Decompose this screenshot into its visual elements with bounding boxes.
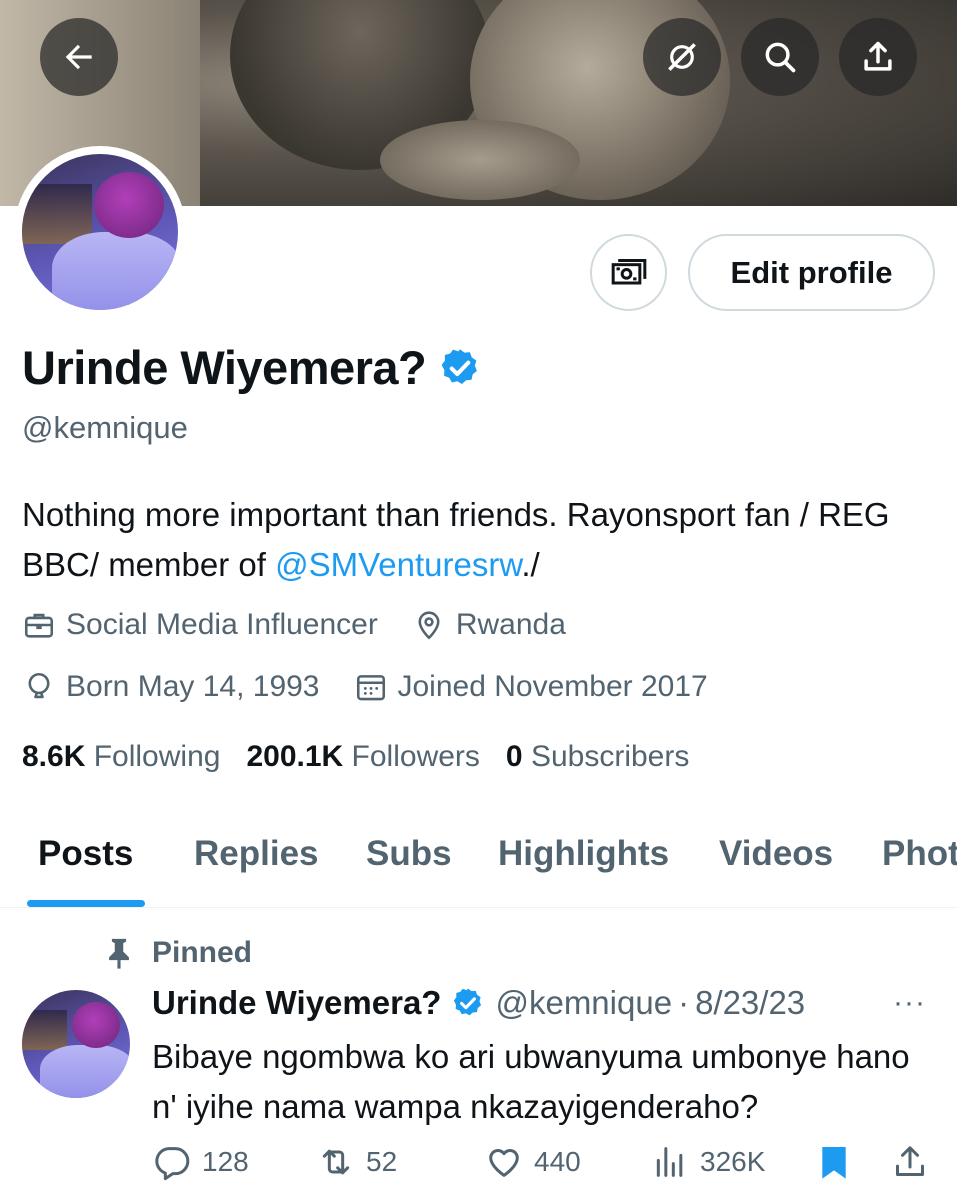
tab-subs[interactable]: Subs (366, 834, 452, 874)
analytics-icon (656, 1147, 683, 1177)
share-button[interactable] (839, 18, 917, 96)
edit-profile-button[interactable]: Edit profile (688, 234, 935, 311)
arrow-left-icon (65, 44, 92, 70)
profile-meta-row-1: Social Media Influencer Rwanda (22, 608, 600, 642)
following-count: 8.6K (22, 740, 86, 773)
followers-stat[interactable]: 200.1K Followers (246, 740, 479, 774)
avatar[interactable] (22, 154, 178, 310)
joined-label: Joined November 2017 (397, 670, 708, 703)
like-button[interactable]: 440 (484, 1142, 581, 1182)
bookmark-button[interactable] (814, 1142, 864, 1182)
post-separator: · (678, 984, 690, 1021)
post-author-name[interactable]: Urinde Wiyemera? (152, 984, 441, 1022)
like-count: 440 (534, 1146, 581, 1177)
repost-icon (322, 1149, 350, 1175)
heart-icon (489, 1149, 519, 1177)
search-button[interactable] (741, 18, 819, 96)
post-text: Bibaye ngombwa ko ari ubwanyuma umbonye … (152, 1038, 910, 1125)
location-item: Rwanda (412, 608, 566, 642)
followers-label: Followers (351, 740, 480, 773)
post-author-handle[interactable]: @kemnique (495, 984, 672, 1022)
tab-replies[interactable]: Replies (194, 834, 319, 874)
profile-meta-row-2: Born May 14, 1993 Joined November 2017 (22, 670, 742, 704)
search-icon (765, 42, 796, 73)
post-avatar-city (22, 1010, 67, 1050)
post-more-button[interactable]: ··· (893, 986, 926, 1020)
bio-mention-link[interactable]: @SMVenturesrw (275, 546, 521, 583)
avatar-shirt (52, 232, 178, 310)
birthday-item: Born May 14, 1993 (22, 670, 320, 704)
post-date[interactable]: 8/23/23 (695, 984, 805, 1022)
reply-count: 128 (202, 1146, 249, 1177)
share-icon (864, 41, 892, 71)
briefcase-icon (24, 613, 54, 638)
post-avatar-head (72, 1002, 120, 1048)
pinned-indicator: Pinned (104, 936, 252, 970)
post-avatar-shirt (40, 1045, 130, 1098)
profile-name-row: Urinde Wiyemera? (22, 340, 482, 395)
following-stat[interactable]: 8.6K Following (22, 740, 220, 774)
repost-button[interactable]: 52 (316, 1142, 397, 1182)
profile-handle: @kemnique (22, 410, 188, 445)
share-icon (896, 1146, 924, 1176)
reply-icon (155, 1147, 190, 1181)
joined-item: Joined November 2017 (354, 670, 708, 704)
tab-posts[interactable]: Posts (38, 834, 133, 874)
calendar-icon (356, 675, 385, 701)
balloon-icon (28, 672, 50, 699)
tab-videos[interactable]: Videos (719, 834, 833, 874)
location-pin-icon (418, 611, 440, 640)
verified-badge-icon (454, 988, 482, 1016)
location-label: Rwanda (455, 608, 566, 641)
subscribers-stat[interactable]: 0 Subscribers (506, 740, 689, 774)
post-actions: 128 52 440 326K (0, 1142, 957, 1192)
active-tab-indicator (27, 900, 145, 907)
profile-bio: Nothing more important than friends. Ray… (22, 490, 942, 590)
category-label: Social Media Influencer (66, 608, 378, 641)
views-button[interactable]: 326K (650, 1142, 765, 1182)
profile-tabs: Posts Replies Subs Highlights Videos Pho… (0, 816, 957, 908)
views-count: 326K (700, 1146, 766, 1177)
repost-count: 52 (366, 1146, 398, 1177)
post-header: Urinde Wiyemera? @kemnique · 8/23/23 (152, 984, 805, 1022)
subscribers-label: Subscribers (530, 740, 690, 773)
avatar-head (94, 172, 164, 238)
grok-button[interactable] (643, 18, 721, 96)
back-button[interactable] (40, 18, 118, 96)
banner-photo-hand (380, 120, 580, 200)
birthday-label: Born May 14, 1993 (66, 670, 320, 703)
profile-stats: 8.6K Following 200.1K Followers 0 Subscr… (22, 740, 715, 774)
followers-count: 200.1K (246, 740, 344, 773)
pin-icon (109, 938, 129, 969)
subscribers-count: 0 (505, 740, 523, 773)
bookmark-icon (822, 1147, 846, 1179)
category-item: Social Media Influencer (22, 608, 378, 642)
bio-text-end: ./ (521, 546, 540, 583)
avatar-frame[interactable] (14, 146, 186, 318)
money-icon (611, 258, 646, 284)
subscriptions-button[interactable] (590, 234, 667, 311)
post-share-button[interactable] (890, 1142, 940, 1182)
tab-photos[interactable]: Phot (882, 834, 957, 874)
grok-icon (668, 43, 696, 71)
following-label: Following (93, 740, 221, 773)
post-author-avatar[interactable] (22, 990, 130, 1098)
pinned-label: Pinned (152, 936, 253, 969)
profile-name: Urinde Wiyemera? (22, 341, 427, 394)
reply-button[interactable]: 128 (152, 1142, 249, 1182)
verified-badge-icon[interactable] (438, 346, 482, 390)
tab-highlights[interactable]: Highlights (498, 834, 669, 874)
